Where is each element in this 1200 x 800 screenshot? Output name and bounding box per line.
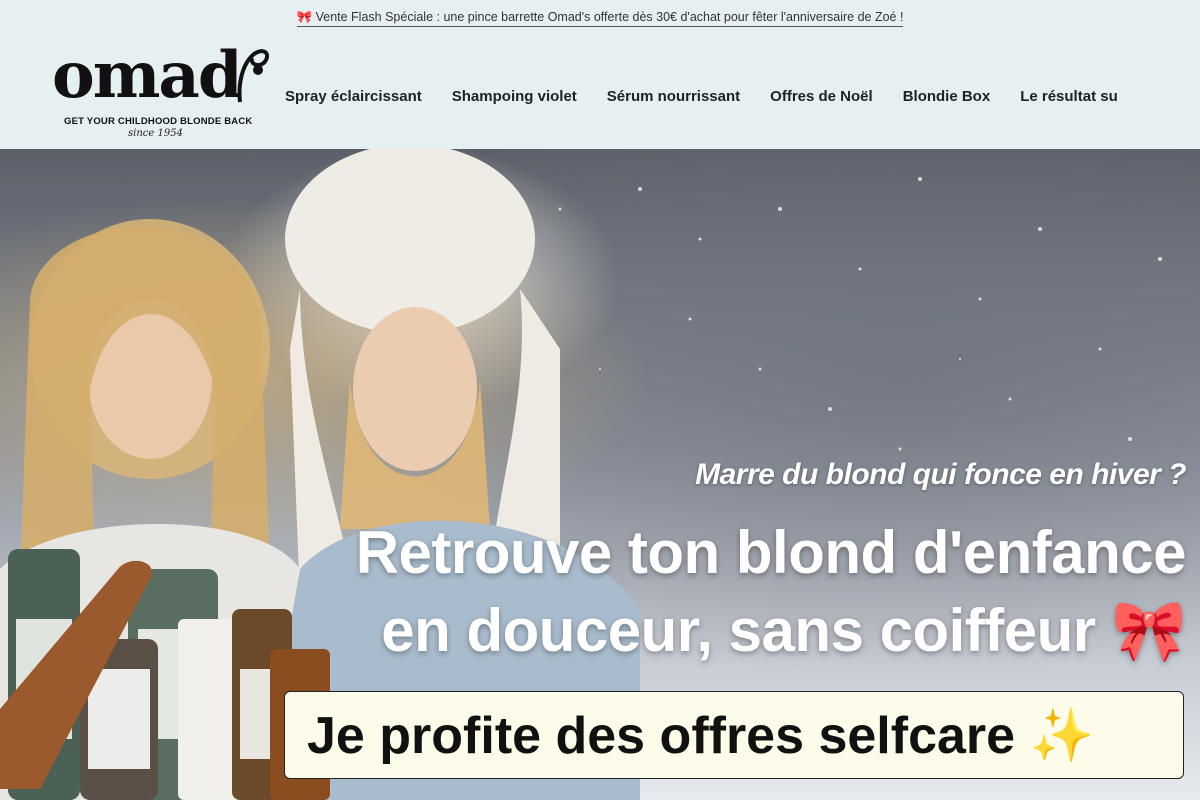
nav-item-spray[interactable]: Spray éclaircissant [285, 88, 422, 105]
nav-item-serum[interactable]: Sérum nourrissant [607, 88, 740, 105]
site-header: omad GET YOUR CHILDHOOD BLONDE BACK sinc… [0, 36, 1200, 149]
logo-since: since 1954 [128, 128, 183, 139]
logo-swirl-icon [237, 49, 269, 103]
hero-title-line2: en douceur, sans coiffeur 🎀 [381, 597, 1186, 664]
hero-title: Retrouve ton blond d'enfance en douceur,… [355, 514, 1187, 670]
logo[interactable]: omad GET YOUR CHILDHOOD BLONDE BACK sinc… [52, 38, 272, 144]
offers-cta-button[interactable]: Je profite des offres selfcare ✨ [284, 691, 1184, 779]
logo-wordmark: omad [52, 38, 243, 113]
nav-item-offres-noel[interactable]: Offres de Noël [770, 88, 873, 105]
hero-title-line1: Retrouve ton blond d'enfance [355, 519, 1187, 586]
announcement-bar: 🎀 Vente Flash Spéciale : une pince barre… [0, 0, 1200, 36]
logo-tagline: GET YOUR CHILDHOOD BLONDE BACK [64, 116, 253, 127]
nav-item-blondie-box[interactable]: Blondie Box [903, 88, 991, 105]
announcement-link[interactable]: 🎀 Vente Flash Spéciale : une pince barre… [296, 10, 904, 27]
main-nav: Spray éclaircissant Shampoing violet Sér… [285, 88, 1118, 105]
nav-item-resultat[interactable]: Le résultat su [1020, 88, 1118, 105]
hero-banner: Marre du blond qui fonce en hiver ? Retr… [0, 149, 1200, 800]
nav-item-shampoing[interactable]: Shampoing violet [452, 88, 577, 105]
hero-subtitle: Marre du blond qui fonce en hiver ? [695, 458, 1186, 491]
